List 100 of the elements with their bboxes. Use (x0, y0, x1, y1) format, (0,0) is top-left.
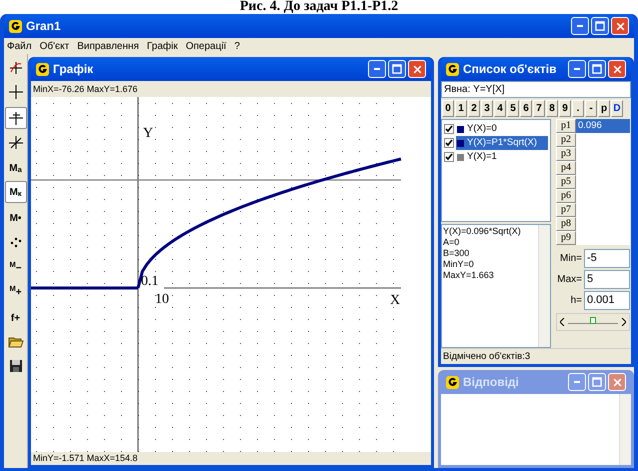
menu-item[interactable]: Об'єкт (40, 38, 70, 54)
x-tick-label: 10 (155, 292, 169, 308)
status-bar: Відмічено об'єктів:3 (441, 348, 631, 364)
tool-button[interactable]: M$_{к}$ (4, 181, 26, 203)
checkbox[interactable] (444, 138, 454, 148)
folder-icon (8, 335, 24, 349)
menu-item[interactable]: Файл (7, 38, 32, 54)
tool-button[interactable]: M$_{a}$ (4, 157, 26, 179)
min-label: Min= (559, 252, 583, 266)
maximize-icon (595, 21, 605, 31)
key-button[interactable]: - (585, 100, 597, 117)
app-logo-icon (9, 20, 22, 32)
key-button[interactable]: 8 (546, 100, 558, 117)
h-label: h= (570, 294, 583, 308)
maximize-button[interactable] (388, 60, 406, 78)
key-button[interactable]: . (572, 100, 584, 117)
maximize-button[interactable] (588, 373, 606, 391)
key-button[interactable]: 6 (520, 100, 532, 117)
minimize-icon (374, 68, 380, 70)
minimize-button[interactable] (568, 373, 586, 391)
minimize-button[interactable] (568, 60, 586, 78)
parameter-button[interactable]: p7 (556, 203, 576, 217)
graph-top-status: MinX=-76.26 MaxY=1.676 (31, 81, 431, 97)
close-icon (612, 378, 622, 386)
parameter-button[interactable]: p1 (556, 119, 576, 133)
parameter-slider[interactable] (556, 313, 630, 331)
tool-button[interactable]: $^{M}$+ (4, 281, 26, 303)
dots-icon (8, 235, 22, 249)
menu-item[interactable]: Виправлення (77, 38, 139, 54)
close-button[interactable] (608, 60, 626, 78)
close-icon (616, 22, 624, 30)
close-button[interactable] (408, 60, 426, 78)
close-button[interactable] (611, 17, 629, 35)
scroll-bar[interactable] (619, 394, 631, 465)
menu-item[interactable]: ? (234, 38, 240, 54)
min-field[interactable]: -5 (584, 249, 630, 268)
info-line: Y(X)=0.096*Sqrt(X) (443, 226, 522, 237)
slider-thumb[interactable] (590, 317, 596, 324)
minimize-icon (574, 381, 580, 383)
parameter-value[interactable]: 0.096 (576, 119, 630, 133)
crosshair-icon (8, 111, 22, 125)
info-line: A=0 (443, 237, 460, 248)
object-list-item[interactable]: Y(X)=0 (456, 122, 548, 136)
y-axis-label: Y (143, 125, 154, 143)
menu-item[interactable]: Операції (186, 38, 226, 54)
x-axis-label: X (390, 292, 400, 310)
window-title: Відповіді (463, 374, 520, 391)
object-list-item[interactable]: Y(X)=1 (456, 150, 548, 164)
mode-field[interactable]: Явна: Y=Y[X] (441, 81, 631, 98)
key-button[interactable]: 3 (481, 100, 493, 117)
maximize-icon (592, 64, 602, 74)
window-title: Список об'єктів (463, 61, 558, 78)
slanted-cross-icon (8, 135, 22, 149)
y-tick-label: 0.1 (141, 274, 158, 290)
minimize-button[interactable] (368, 60, 386, 78)
checkbox[interactable] (444, 152, 454, 162)
parameter-button[interactable]: p6 (556, 189, 576, 203)
key-button[interactable]: D (611, 100, 623, 117)
close-icon (412, 64, 422, 74)
close-icon (612, 64, 622, 74)
window-title: Графік (53, 61, 94, 78)
parameter-button[interactable]: p9 (556, 231, 576, 245)
object-list-item[interactable]: Y(X)=P1*Sqrt(X) (456, 136, 548, 150)
scroll-bar[interactable] (538, 225, 550, 347)
tool-button[interactable]: f+ (4, 307, 26, 329)
maximize-icon (592, 377, 602, 387)
key-button[interactable]: 4 (494, 100, 506, 117)
info-line: MinY=0 (443, 259, 475, 270)
max-field[interactable]: 5 (584, 270, 630, 289)
maximize-icon (392, 64, 402, 74)
parameter-button[interactable]: p5 (556, 175, 576, 189)
key-button[interactable]: 7 (533, 100, 545, 117)
tool-button[interactable]: $^{M}$− (4, 257, 26, 279)
axes-icon (8, 61, 22, 75)
key-button[interactable]: 1 (455, 100, 467, 117)
key-button[interactable]: p (598, 100, 610, 117)
parameter-button[interactable]: p3 (556, 147, 576, 161)
maximize-button[interactable] (591, 17, 609, 35)
info-line: MaxY=1.663 (443, 270, 495, 281)
key-button[interactable]: 0 (442, 100, 454, 117)
minimize-button[interactable] (571, 17, 589, 35)
parameter-button[interactable]: p8 (556, 217, 576, 231)
minimize-icon (574, 68, 580, 70)
key-button[interactable]: 2 (468, 100, 480, 117)
tool-button[interactable] (4, 107, 26, 129)
parameter-button[interactable]: p4 (556, 161, 576, 175)
max-label: Max= (556, 273, 583, 287)
parameter-button[interactable]: p2 (556, 133, 576, 147)
maximize-button[interactable] (588, 60, 606, 78)
figure-caption: Рис. 4. До задач Р1.1-Р1.2 (240, 0, 398, 14)
app-logo-icon (446, 62, 459, 76)
tool-button[interactable]: M• (4, 207, 26, 229)
key-button[interactable]: 5 (507, 100, 519, 117)
key-button[interactable]: 9 (559, 100, 571, 117)
checkbox[interactable] (444, 124, 454, 134)
close-button[interactable] (608, 373, 626, 391)
minimize-icon (577, 25, 583, 27)
info-line: B=300 (443, 248, 470, 259)
step-field[interactable]: 0.001 (584, 291, 630, 310)
menu-item[interactable]: Графік (146, 38, 178, 54)
